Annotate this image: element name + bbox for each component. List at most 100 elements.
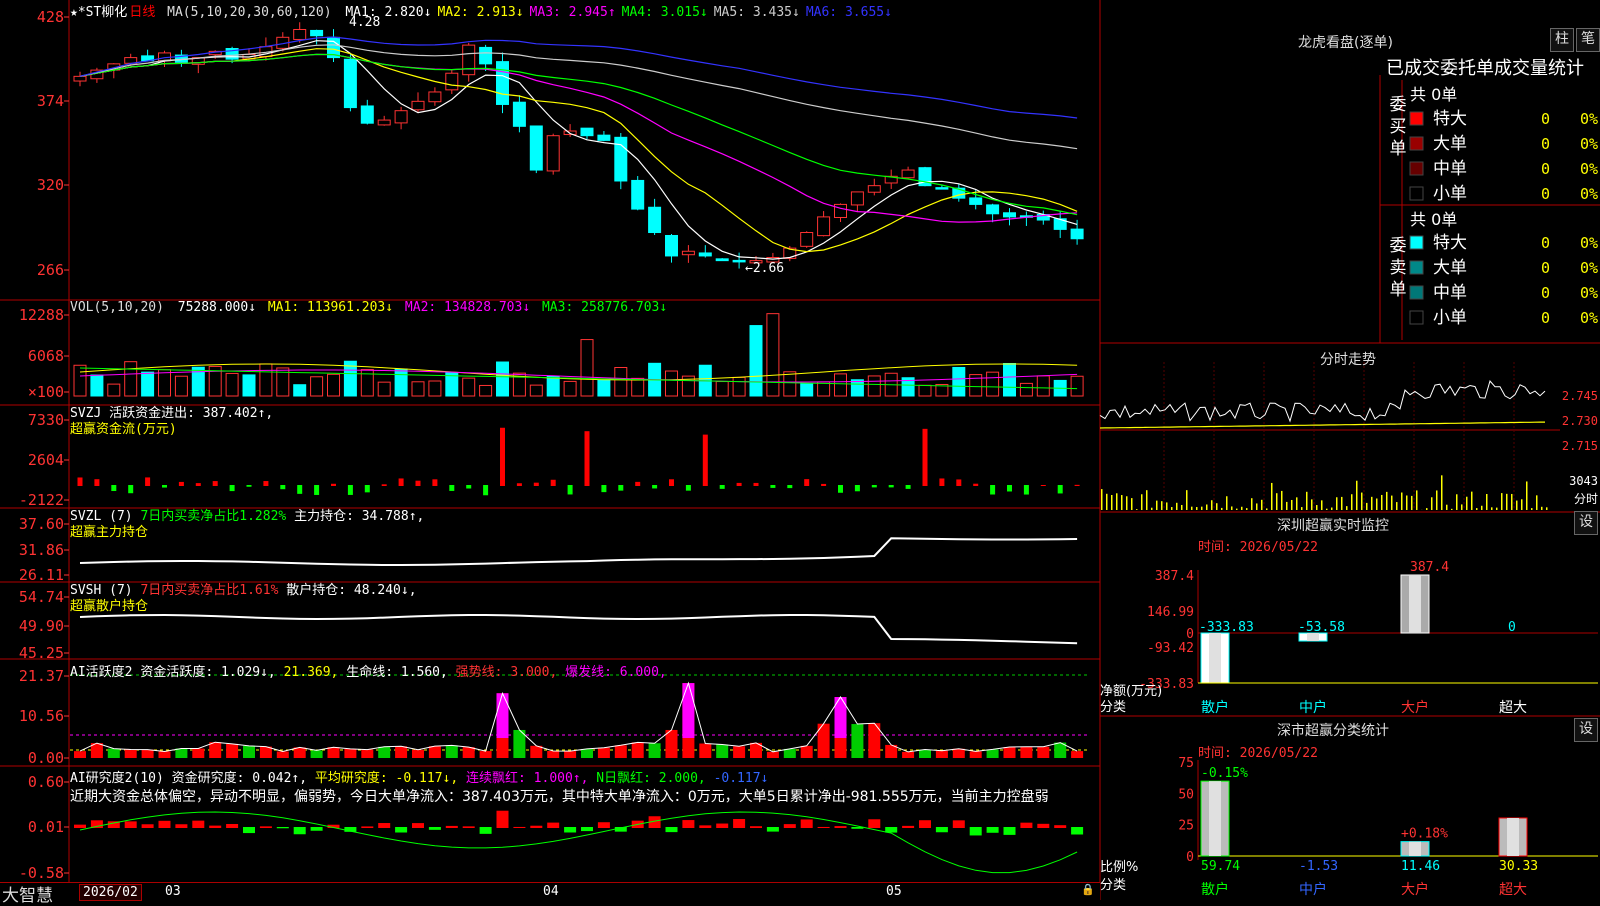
ai2-commentary: 近期大资金总体偏空，异动不明显，偏弱势，今日大单净流入：387.403万元，其中… [70,786,1097,806]
szstat-value-0: 59.74 [1201,859,1240,874]
ai2-bar [666,827,678,832]
ma-legend-item-3: MA3: 2.945↑ [530,5,616,20]
ai2-bar [463,826,475,828]
kline-header: ★*ST柳化日线 MA(5,10,20,30,60,120) MA1: 2.82… [70,1,892,20]
chart-canvas[interactable]: 428374320266122886068×10073302604-212237… [0,0,1600,900]
ai1-val: 21.369, [284,665,339,680]
svzj-bar [466,485,471,488]
svzl-line2: 超赢主力持仓 [70,525,424,541]
fs-vol-bar [1221,508,1223,510]
fs-vol-bar [1361,493,1363,510]
svzj-bar [973,484,978,486]
ai2-bar [74,825,86,828]
candle [936,188,948,190]
ai2-bar [378,823,390,828]
buy-row-name-0: 特大 [1433,109,1467,129]
ai2-bar [987,827,999,833]
svzl-hold: 主力持仓: 34.788↑, [294,509,424,524]
tick-mode-button[interactable]: 笔 [1576,28,1600,52]
sell-swatch-1 [1410,261,1423,274]
ai2-bar [243,827,255,833]
vol-bar [716,382,728,396]
ai2-bar [699,825,711,828]
fs-vol-bar [1321,500,1323,510]
svzj-bar [754,483,759,486]
buy-row-pct-2: 0% [1580,160,1598,178]
svzj-bar [382,484,387,486]
szstat-ylabel: 比例% [1100,856,1138,875]
fs-vol-bar [1176,503,1178,510]
lock-icon[interactable]: 🔒 [1081,883,1095,896]
ma-legend-item-5: MA5: 3.435↓ [714,5,800,20]
fs-ytick-1: 2.730 [1562,414,1598,428]
ai2-bar [750,826,762,828]
svzj-bar [1075,485,1080,486]
fs-vol-bar [1386,492,1388,510]
fs-ytick-4: 分时 [1574,492,1598,506]
vol-bar [564,381,576,396]
fs-vol-bar [1136,509,1138,510]
ai1-bar-top [497,693,509,738]
bar-mode-button[interactable]: 柱 [1550,28,1574,52]
ai1-bar [1071,751,1083,758]
candle [361,106,373,123]
fs-vol-bar [1271,483,1273,510]
vol-bar [378,382,390,396]
vol-bar [480,385,492,396]
fs-vol-bar [1376,498,1378,510]
svsh-line [80,615,1077,643]
svsh-line2: 超赢散户持仓 [70,599,417,615]
sell-row-pct-0: 0% [1580,234,1598,252]
ai1-bar [294,747,306,758]
svsh-ytick-1: 49.90 [19,617,64,635]
ai2-bar [260,826,272,828]
fs-vol-bar [1451,509,1453,510]
ai2-bar [953,820,965,828]
candle [497,62,509,105]
fs-vol-bar [1276,493,1278,510]
svzj-bar [923,429,928,486]
vol-bar [175,376,187,396]
ai2-bar [513,827,525,828]
ai1-life: 生命线: 1.560, [346,665,448,680]
ma-line-5 [80,45,1077,149]
fs-vol-bar [1291,500,1293,510]
ai1-bar [919,750,931,758]
szmon-cat-0: 散户 [1201,699,1229,716]
candle [581,128,593,136]
stock-title[interactable]: ★*ST柳化 [70,5,127,20]
fs-vol-bar [1431,497,1433,510]
ai1-bar [581,749,593,758]
ai1-bar [361,750,373,758]
ai1-bar [344,749,356,758]
sell-total: 共 0单 [1410,206,1457,230]
vol-bar [547,376,559,396]
fs-vol-bar [1506,494,1508,510]
svzj-line2: 超赢资金流(万元) [70,422,273,438]
svzj-bar [145,477,150,486]
ai1-active: 资金活跃度: 1.029↓, [140,665,275,680]
ai2-bar [294,827,306,834]
fs-vol-bar [1171,507,1173,510]
svzj-bar [601,485,606,492]
szmon-xlabel: 分类 [1100,696,1126,715]
szstat-settings-button[interactable]: 设 [1574,718,1598,742]
ai1-bar [74,751,86,758]
szstat-ytick-1: 50 [1178,787,1194,802]
candle [818,217,830,236]
candle [733,260,745,262]
ai1-bar [530,746,542,758]
candle [311,30,323,35]
fs-vol-bar [1316,505,1318,510]
svsh-ratio: 7日内买卖净占比1.61% [140,583,278,598]
kline-ytick-1: 374 [37,92,64,110]
szmon-settings-button[interactable]: 设 [1574,511,1598,535]
vol-bar [243,375,255,396]
vol-bar [159,370,171,396]
ai1-bar [902,752,914,758]
fs-vol-bar [1441,475,1443,510]
period-label[interactable]: 日线 [129,5,155,20]
fs-vol-bar [1346,506,1348,510]
candle [682,251,694,254]
fs-vol-bar [1141,494,1143,510]
